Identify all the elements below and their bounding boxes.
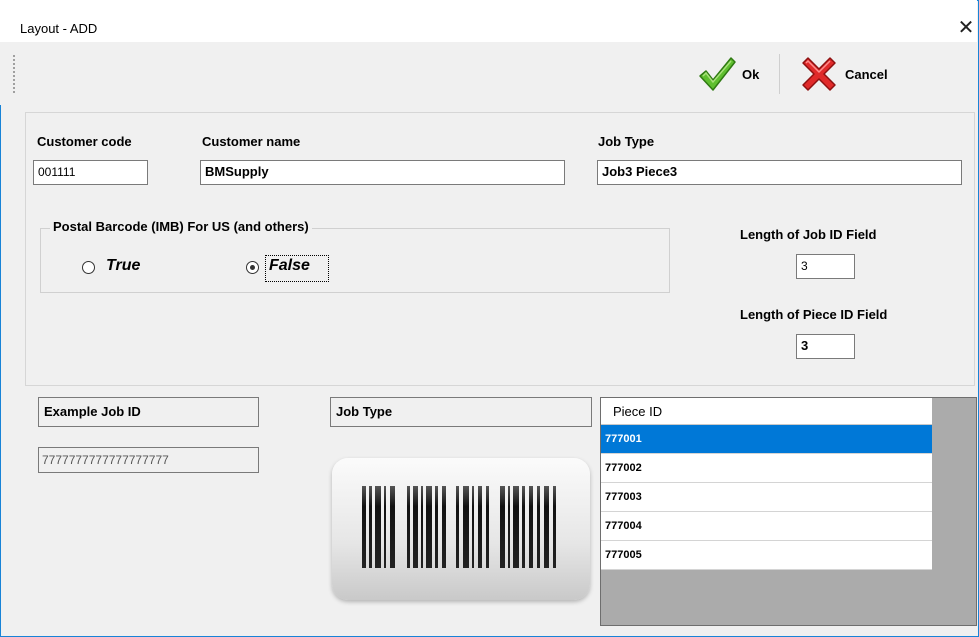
- job-type-label: Job Type: [598, 134, 655, 149]
- title-bar: Layout - ADD ✕: [0, 0, 977, 42]
- toolbar-separator: [779, 54, 780, 94]
- red-x-icon: [802, 57, 836, 91]
- job-id-length-label: Length of Job ID Field: [740, 227, 877, 242]
- example-job-id-field: 7777777777777777777: [38, 447, 259, 473]
- grid-row[interactable]: 777005: [601, 541, 932, 570]
- grid-column-header[interactable]: Piece ID: [601, 398, 932, 425]
- ok-label: Ok: [742, 66, 760, 82]
- cancel-label: Cancel: [845, 66, 888, 82]
- piece-id-length-field[interactable]: 3: [796, 334, 855, 359]
- checkmark-icon: [699, 57, 736, 91]
- customer-name-label: Customer name: [202, 134, 301, 149]
- barcode-icon: [332, 458, 590, 600]
- radio-true-label[interactable]: True: [106, 257, 140, 275]
- grid-row[interactable]: 777003: [601, 483, 932, 512]
- ok-button[interactable]: Ok: [697, 50, 759, 98]
- example-job-id-header: Example Job ID: [38, 397, 259, 427]
- radio-false[interactable]: [246, 261, 259, 274]
- radio-false-dot: [250, 265, 255, 270]
- cancel-button[interactable]: Cancel: [799, 50, 888, 98]
- job-type-header: Job Type: [330, 397, 592, 427]
- grid-row[interactable]: 777004: [601, 512, 932, 541]
- customer-code-field[interactable]: 001111: [33, 160, 148, 185]
- close-icon[interactable]: ✕: [954, 14, 978, 42]
- window-title: Layout - ADD: [20, 21, 98, 36]
- grid-row[interactable]: 777002: [601, 454, 932, 483]
- piece-id-length-label: Length of Piece ID Field: [740, 307, 888, 322]
- customer-name-field[interactable]: BMSupply: [200, 160, 565, 185]
- toolbar-grip[interactable]: [13, 55, 17, 93]
- job-type-field[interactable]: Job3 Piece3: [597, 160, 962, 185]
- postal-barcode-group-label: Postal Barcode (IMB) For US (and others): [50, 219, 312, 234]
- job-id-length-field[interactable]: 3: [796, 254, 855, 279]
- customer-code-label: Customer code: [37, 134, 132, 149]
- barcode-stripes: [362, 486, 556, 568]
- radio-true[interactable]: [82, 261, 95, 274]
- radio-false-label[interactable]: False: [269, 257, 310, 275]
- grid-row[interactable]: 777001: [601, 425, 932, 454]
